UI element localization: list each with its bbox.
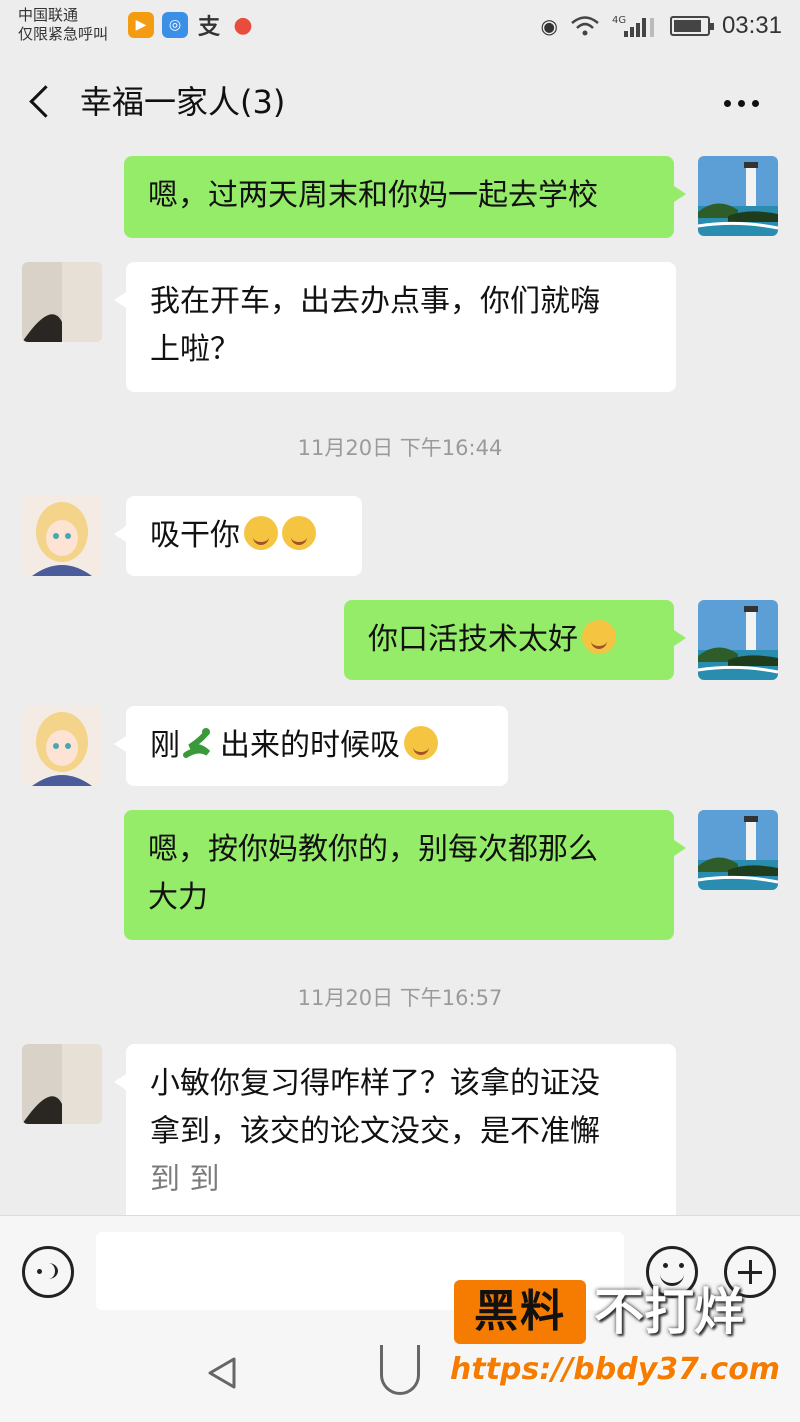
message-row-received: 小敏你复习得咋样了？该拿的证没 拿到，该交的论文没交，是不准懈 到 到	[0, 1044, 800, 1215]
message-bubble-received[interactable]: 吸干你	[114, 496, 362, 576]
alipay-icon: 支	[197, 15, 220, 40]
more-dots-icon[interactable]	[724, 96, 764, 110]
system-status: ◉ 4G 03:31	[540, 12, 782, 40]
message-timestamp: 11月20日 下午16:57	[297, 986, 503, 1010]
eye-icon: ◉	[540, 14, 558, 38]
message-text: 吸干你	[150, 518, 240, 553]
chat-header: 幸福一家人(3)	[0, 56, 800, 150]
message-row-sent: 你口活技术太好	[0, 600, 800, 682]
laughing-crying-emoji	[582, 620, 616, 654]
message-list[interactable]: 嗯，过两天周末和你妈一起去学校 我在开车，出去办点事，你们就嗨 上啦？ 11月2…	[0, 150, 800, 1215]
carrier-name: 中国联通	[18, 6, 79, 24]
anime-girl-avatar[interactable]	[22, 706, 102, 786]
message-bubble-received[interactable]: 刚 出来的时候吸	[114, 706, 508, 786]
heart-eyes-emoji	[404, 726, 438, 760]
message-bubble-sent[interactable]: 你口活技术太好	[344, 600, 686, 680]
voice-icon[interactable]	[22, 1246, 74, 1298]
message-text: 你口活技术太好	[368, 622, 578, 657]
lighthouse-avatar[interactable]	[698, 600, 778, 680]
clock: 03:31	[721, 12, 782, 39]
photo-avatar[interactable]	[22, 262, 102, 342]
anime-girl-avatar[interactable]	[22, 496, 102, 576]
watermark-url: https://bbdy37.com	[450, 1352, 781, 1387]
maps-icon: ●	[233, 12, 253, 38]
photo-avatar[interactable]	[22, 1044, 102, 1124]
video-app-icon: ▶	[128, 12, 154, 38]
message-text-line: 拿到，该交的论文没交，是不准懈	[150, 1114, 600, 1149]
message-row-received: 吸干你	[0, 496, 800, 578]
message-text: 刚	[150, 728, 180, 763]
lighthouse-avatar[interactable]	[698, 810, 778, 890]
message-timestamp: 11月20日 下午16:44	[297, 436, 503, 460]
carrier-info: 中国联通 仅限紧急呼叫	[18, 6, 108, 44]
message-row-sent: 嗯，按你妈教你的，别每次都那么 大力	[0, 810, 800, 942]
watermark: 黑料 不打烊 https://bbdy37.com	[450, 1280, 790, 1400]
chat-title: 幸福一家人(3)	[80, 83, 286, 121]
voice-app-icon: ◎	[162, 12, 188, 38]
message-text-line: 到 到	[150, 1162, 220, 1197]
chevron-left-icon[interactable]	[22, 80, 62, 124]
message-text-line: 小敏你复习得咋样了？该拿的证没	[150, 1066, 600, 1101]
battery-icon	[669, 16, 714, 36]
signal-icon: 4G	[612, 15, 654, 37]
snake-emoji	[183, 728, 211, 758]
status-bar: 中国联通 仅限紧急呼叫 ▶ ◎ 支 ● ◉ 4G 03:31	[0, 0, 800, 56]
thinking-face-emoji	[282, 516, 316, 550]
message-row-sent: 嗯，过两天周末和你妈一起去学校	[0, 156, 800, 240]
nav-home-icon[interactable]	[380, 1345, 420, 1395]
message-text: 出来的时候吸	[220, 728, 400, 763]
thinking-face-emoji	[244, 516, 278, 550]
message-text: 嗯，过两天周末和你妈一起去学校	[148, 178, 598, 213]
wifi-icon	[571, 16, 599, 36]
watermark-badge: 黑料	[454, 1280, 586, 1344]
message-row-received: 我在开车，出去办点事，你们就嗨 上啦？	[0, 262, 800, 394]
notification-icons: ▶ ◎ 支 ●	[128, 12, 256, 40]
carrier-status: 仅限紧急呼叫	[18, 25, 109, 43]
message-row-received: 刚 出来的时候吸	[0, 706, 800, 788]
message-text-line: 上啦？	[150, 332, 240, 367]
watermark-text: 不打烊	[594, 1283, 744, 1341]
message-text-line: 大力	[148, 880, 208, 915]
message-bubble-sent[interactable]: 嗯，过两天周末和你妈一起去学校	[124, 156, 686, 238]
message-bubble-received[interactable]: 小敏你复习得咋样了？该拿的证没 拿到，该交的论文没交，是不准懈 到 到	[114, 1044, 676, 1215]
message-bubble-received[interactable]: 我在开车，出去办点事，你们就嗨 上啦？	[114, 262, 676, 392]
nav-back-icon[interactable]	[204, 1355, 240, 1391]
message-text-line: 嗯，按你妈教你的，别每次都那么	[148, 832, 598, 867]
message-text-line: 我在开车，出去办点事，你们就嗨	[150, 284, 600, 319]
network-label: 4G	[612, 15, 626, 26]
lighthouse-avatar[interactable]	[698, 156, 778, 236]
message-bubble-sent[interactable]: 嗯，按你妈教你的，别每次都那么 大力	[124, 810, 686, 940]
battery-fill	[673, 20, 702, 32]
